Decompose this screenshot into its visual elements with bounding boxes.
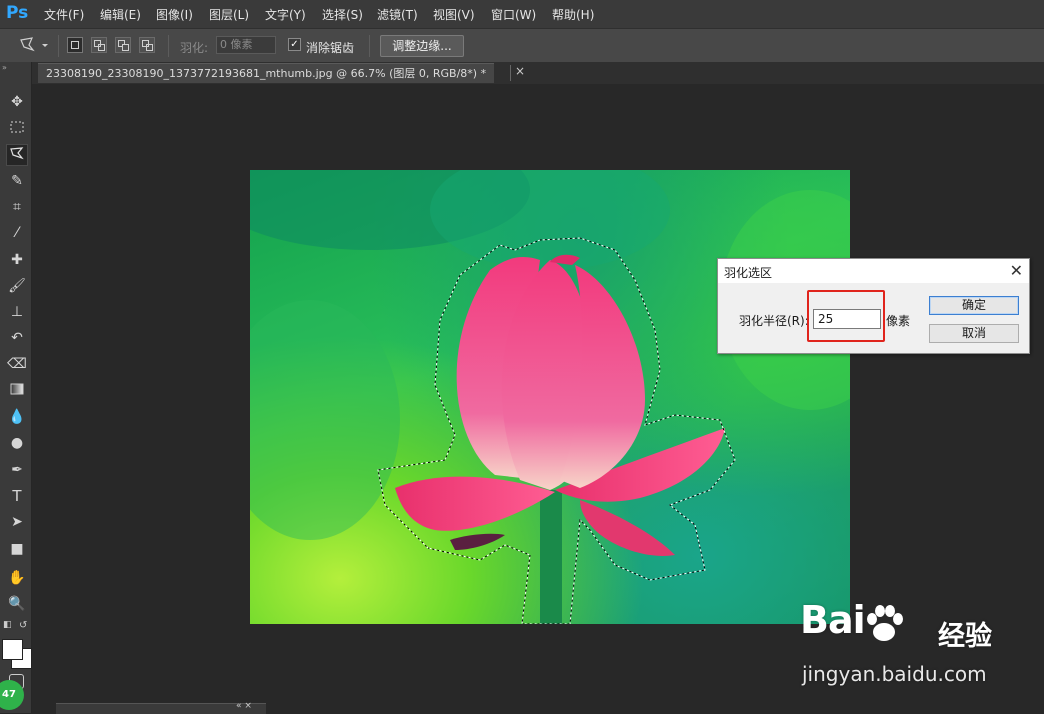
feather-radius-label: 羽化半径(R):: [739, 314, 809, 328]
dialog-titlebar: 羽化选区 ✕: [718, 259, 1029, 283]
menu-bar: Ps 文件(F) 编辑(E) 图像(I) 图层(L) 文字(Y) 选择(S) 滤…: [0, 0, 1044, 28]
dialog-title: 羽化选区: [724, 266, 773, 280]
unit-label: 像素: [886, 314, 911, 328]
menu-window[interactable]: 窗口(W): [491, 6, 536, 23]
watermark-bai: Bai: [800, 598, 866, 642]
hand-tool-icon[interactable]: ✋: [6, 567, 28, 589]
antialias-label: 消除锯齿: [306, 41, 355, 55]
intersect-selection-button[interactable]: [139, 37, 155, 53]
pen-tool-icon[interactable]: ✒: [6, 459, 28, 481]
gradient-tool-icon[interactable]: [6, 380, 28, 402]
menu-type[interactable]: 文字(Y): [265, 6, 306, 23]
quick-selection-tool-icon[interactable]: ✎: [6, 170, 28, 192]
menu-help[interactable]: 帮助(H): [552, 6, 594, 23]
subtract-from-selection-button[interactable]: [115, 37, 131, 53]
panel-collapse-icon[interactable]: « ×: [236, 701, 252, 711]
close-icon[interactable]: ✕: [1010, 261, 1023, 280]
move-tool-icon[interactable]: ✥: [6, 91, 28, 113]
square-icon: [71, 41, 79, 49]
ok-button[interactable]: 确定: [929, 296, 1019, 315]
eyedropper-tool-icon[interactable]: ⁄: [6, 222, 28, 244]
blur-tool-icon[interactable]: 💧: [6, 406, 28, 428]
menu-image[interactable]: 图像(I): [156, 6, 193, 23]
options-separator: [58, 35, 59, 57]
history-brush-tool-icon[interactable]: ↶: [6, 327, 28, 349]
collapsed-panel[interactable]: « ×: [56, 701, 266, 714]
rectangle-tool-icon[interactable]: ■: [6, 538, 28, 560]
menu-edit[interactable]: 编辑(E): [100, 6, 141, 23]
zoom-tool-icon[interactable]: 🔍: [6, 593, 28, 615]
photoshop-logo: Ps: [6, 3, 29, 23]
polygonal-lasso-preset-icon[interactable]: [18, 35, 48, 55]
watermark-url: jingyan.baidu.com: [802, 662, 987, 686]
healing-brush-tool-icon[interactable]: ✚: [6, 249, 28, 271]
dodge-tool-icon[interactable]: ●: [6, 432, 28, 454]
tools-panel: » ✥ ✎ ⌗ ⁄ ✚ 🖌 ⊥ ↶ ⌫ 💧 ● ✒ T ➤ ■ ✋ 🔍 ◧ ↺: [0, 62, 32, 713]
highlight-annotation: [807, 290, 885, 342]
antialias-checkbox[interactable]: ✓: [288, 38, 301, 51]
crop-tool-icon[interactable]: ⌗: [6, 196, 28, 218]
baidu-paw-icon: [867, 605, 903, 641]
options-separator: [369, 35, 370, 57]
refine-edge-button[interactable]: 调整边缘...: [380, 35, 464, 57]
document-tabs: 23308190_23308190_1373772193681_mthumb.j…: [32, 62, 1044, 84]
document-tab[interactable]: 23308190_23308190_1373772193681_mthumb.j…: [38, 63, 495, 83]
default-colors-icon[interactable]: ◧: [3, 620, 12, 630]
baidu-jingyan-watermark: Bai du 经验 jingyan.baidu.com du: [800, 596, 1000, 686]
lotus-photo[interactable]: [250, 170, 850, 624]
type-tool-icon[interactable]: T: [6, 485, 28, 507]
menu-layer[interactable]: 图层(L): [209, 6, 249, 23]
tab-separator: [510, 65, 511, 81]
menu-select[interactable]: 选择(S): [322, 6, 363, 23]
lotus-image: [250, 170, 850, 624]
clone-stamp-tool-icon[interactable]: ⊥: [6, 301, 28, 323]
square-icon: [122, 44, 129, 51]
watermark-jingyan: 经验: [938, 621, 992, 652]
path-selection-tool-icon[interactable]: ➤: [6, 511, 28, 533]
close-tab-icon[interactable]: ×: [515, 64, 525, 78]
brush-tool-icon[interactable]: 🖌: [6, 275, 28, 297]
menu-view[interactable]: 视图(V): [433, 6, 475, 23]
options-bar: 羽化: 0 像素 ✓ 消除锯齿 调整边缘...: [0, 28, 1044, 64]
eraser-tool-icon[interactable]: ⌫: [6, 353, 28, 375]
add-to-selection-button[interactable]: [91, 37, 107, 53]
new-selection-mode-button[interactable]: [67, 37, 83, 53]
menu-filter[interactable]: 滤镜(T): [377, 6, 418, 23]
menu-file[interactable]: 文件(F): [44, 6, 84, 23]
polygonal-lasso-tool-icon[interactable]: [6, 144, 28, 166]
square-icon: [98, 44, 105, 51]
collapse-toolbar-icon[interactable]: »: [2, 63, 7, 72]
square-icon: [146, 44, 153, 51]
marquee-tool-icon[interactable]: [6, 118, 28, 140]
foreground-color-swatch[interactable]: [2, 639, 23, 660]
swap-colors-icon[interactable]: ↺: [19, 620, 27, 631]
cancel-button[interactable]: 取消: [929, 324, 1019, 343]
feather-input[interactable]: 0 像素: [216, 36, 276, 54]
options-separator: [168, 35, 169, 57]
feather-selection-dialog: 羽化选区 ✕ 羽化半径(R): 25 像素 确定 取消: [717, 258, 1030, 354]
feather-label: 羽化:: [180, 41, 209, 55]
